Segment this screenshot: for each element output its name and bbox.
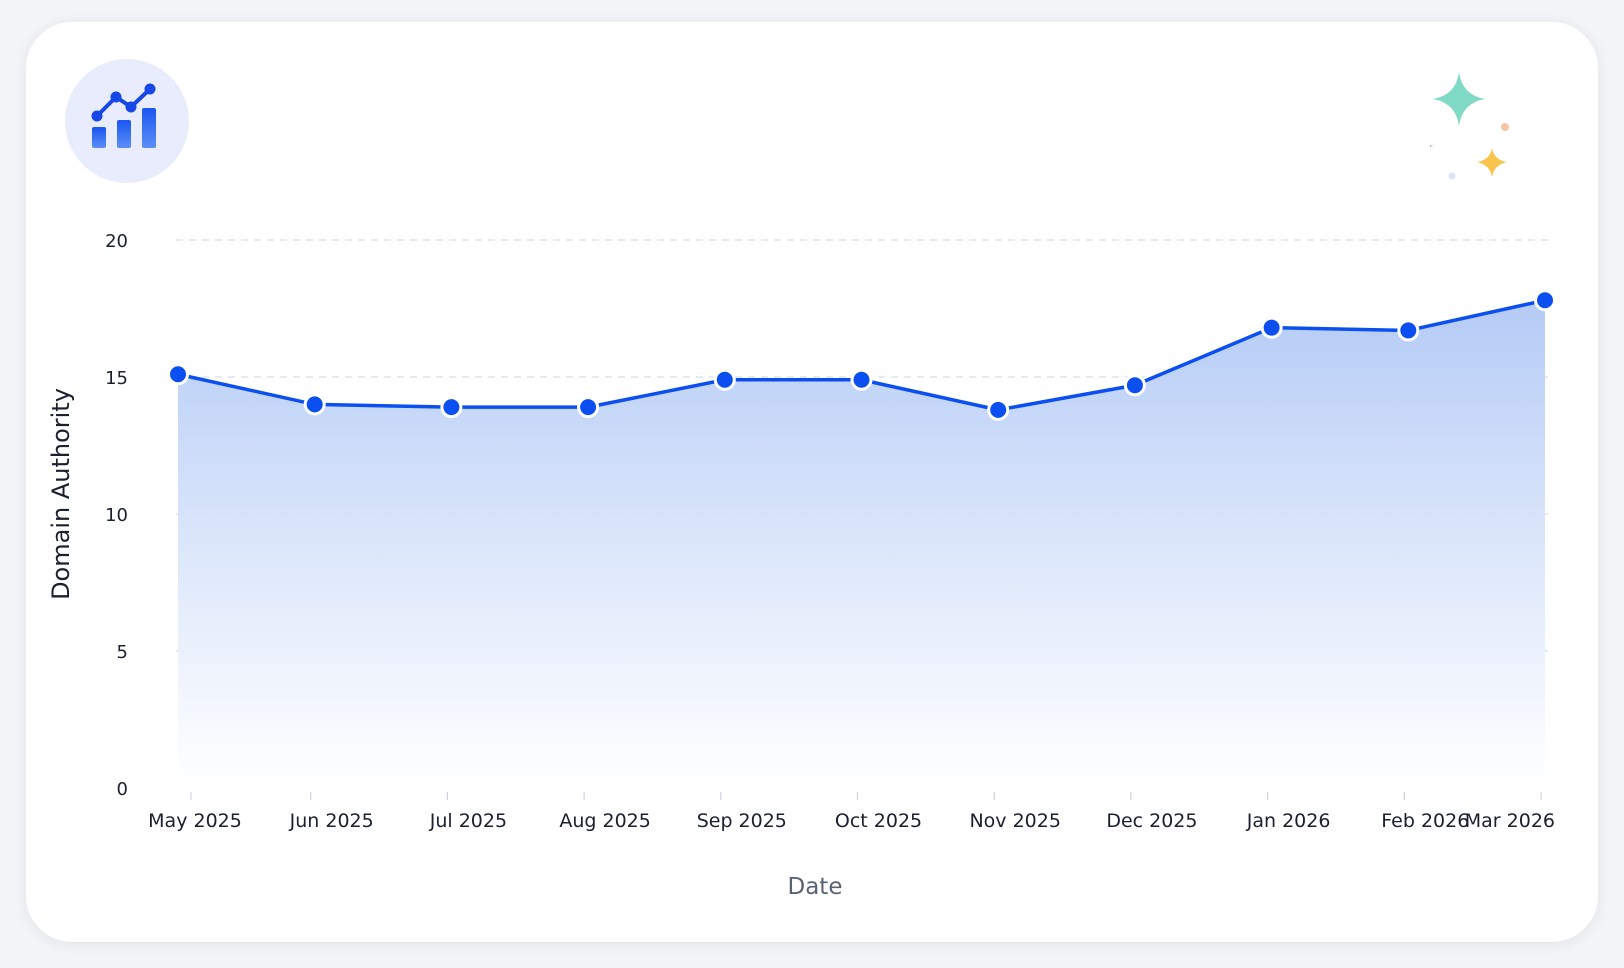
- data-point: [850, 368, 873, 391]
- area-chart: 0 5 10 15 20 May 2025 Jun 2025 Jul 2025 Aug 202…: [47, 231, 1556, 900]
- y-tick-label: 20: [105, 231, 128, 252]
- x-tick-label: Mar 2026: [1465, 810, 1555, 832]
- x-tick-label: Sep 2025: [697, 810, 787, 832]
- x-tick-label: Feb 2026: [1381, 810, 1469, 832]
- y-tick-label: 5: [117, 642, 128, 663]
- data-point: [440, 396, 463, 419]
- x-axis-label: Date: [788, 874, 843, 900]
- x-tick-label: Jul 2025: [429, 810, 507, 832]
- y-tick-labels: 0 5 10 15 20: [105, 231, 128, 800]
- data-point: [1534, 289, 1556, 312]
- x-tick-labels: May 2025 Jun 2025 Jul 2025 Aug 2025 Sep 2025…: [148, 810, 1555, 832]
- data-point: [1260, 316, 1283, 339]
- x-tick-label: Nov 2025: [969, 810, 1060, 832]
- data-point: [167, 363, 189, 386]
- y-tick-label: 10: [105, 505, 128, 526]
- y-axis-label: Domain Authority: [47, 388, 75, 600]
- x-tick-label: Dec 2025: [1106, 810, 1197, 832]
- data-point: [1397, 319, 1420, 342]
- data-point: [303, 393, 326, 416]
- data-point: [1123, 374, 1146, 397]
- data-point: [577, 396, 600, 419]
- y-tick-label: 0: [117, 779, 128, 800]
- x-tick-label: Aug 2025: [559, 810, 651, 832]
- x-tick-label: May 2025: [148, 810, 242, 832]
- x-tick-label: Jan 2026: [1246, 810, 1331, 832]
- y-tick-label: 15: [105, 368, 128, 389]
- data-point: [987, 398, 1010, 421]
- x-tick-label: Oct 2025: [835, 810, 922, 832]
- data-point: [713, 368, 736, 391]
- x-tick-label: Jun 2025: [289, 810, 374, 832]
